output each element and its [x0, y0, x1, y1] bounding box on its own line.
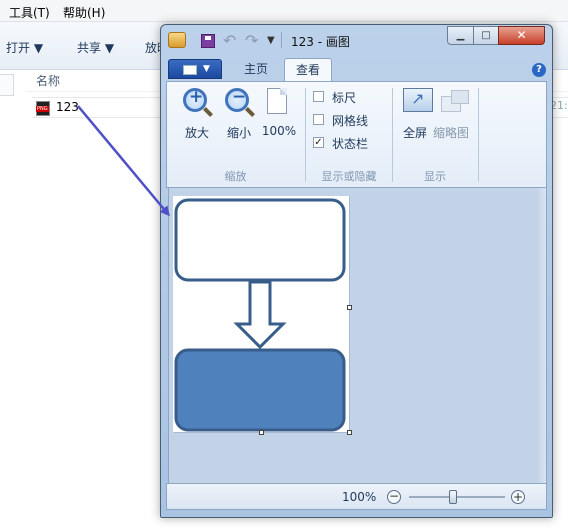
zoom-slider[interactable]: [409, 490, 505, 504]
zoom-in-button[interactable]: 放大: [177, 87, 217, 144]
chevron-down-icon: ▼: [203, 64, 210, 74]
fullscreen-icon: [403, 88, 433, 112]
paint-window: ↶ ↷ ▼ 123 - 画图 ▁ □ ✕ ▼ 主页 查看 ? 放大: [160, 24, 553, 518]
redo-icon[interactable]: ↷: [245, 31, 258, 50]
gridlines-label: 网格线: [332, 114, 369, 128]
display-group-label: 显示: [424, 170, 446, 183]
down-arrow-shape: [233, 280, 287, 350]
flowchart-drawing: [174, 198, 346, 432]
tab-view[interactable]: 查看: [284, 58, 332, 81]
group-separator: [478, 88, 479, 182]
show-hide-group-label: 显示或隐藏: [321, 170, 377, 183]
image-canvas[interactable]: [173, 196, 349, 432]
zoom-level: 100%: [342, 490, 377, 504]
resize-handle-right[interactable]: [347, 305, 352, 310]
paint-titlebar[interactable]: ↶ ↷ ▼ 123 - 画图 ▁ □ ✕: [161, 25, 552, 55]
page-icon: [267, 88, 287, 114]
window-controls: ▁ □ ✕: [447, 26, 547, 46]
zoom-minus-button[interactable]: −: [387, 490, 401, 504]
thumbnail-icon: [441, 90, 469, 112]
menu-tools[interactable]: 工具(T): [9, 4, 50, 21]
paint-app-icon[interactable]: [168, 32, 186, 48]
canvas-area[interactable]: [168, 188, 547, 483]
ribbon-tabs: ▼ 主页 查看 ?: [166, 57, 547, 81]
open-button[interactable]: 打开 ▼: [6, 39, 43, 56]
resize-handle-bottom[interactable]: [259, 430, 264, 435]
ruler-checkbox[interactable]: [313, 91, 324, 102]
paint-menu-button[interactable]: ▼: [168, 59, 222, 79]
zoom-slider-thumb[interactable]: [449, 490, 457, 504]
undo-icon[interactable]: ↶: [223, 31, 236, 50]
navigation-pane-edge: [0, 74, 14, 96]
magnifier-handle: [245, 107, 255, 117]
top-box-shape: [174, 198, 346, 282]
titlebar-separator: [281, 32, 282, 48]
quick-access-dropdown-icon[interactable]: ▼: [267, 35, 275, 46]
gridlines-checkbox[interactable]: [313, 114, 324, 125]
window-title: 123 - 画图: [291, 35, 350, 49]
ruler-label: 标尺: [332, 91, 357, 105]
resize-handle-corner[interactable]: [347, 430, 352, 435]
statusbar-checkbox-row[interactable]: ✓ 状态栏: [313, 134, 393, 152]
group-separator: [305, 88, 306, 182]
statusbar-checkbox[interactable]: ✓: [313, 137, 324, 148]
display-group: 全屏 缩略图 显示: [393, 82, 477, 187]
magnifier-handle: [203, 107, 213, 117]
actual-size-button[interactable]: 100%: [259, 88, 299, 144]
zoom-group-label: 缩放: [224, 170, 247, 183]
help-icon[interactable]: ?: [532, 63, 546, 77]
ribbon-panel: 放大 缩小 100% 缩放 标尺 网格线: [166, 81, 547, 188]
thumbnail-button: 缩略图: [431, 88, 471, 144]
png-file-icon: [36, 101, 50, 116]
status-bar: 100% − +: [166, 483, 547, 510]
file-name: 123: [56, 100, 79, 114]
zoom-group: 放大 缩小 100% 缩放: [167, 82, 304, 187]
tab-home[interactable]: 主页: [230, 60, 282, 80]
actual-size-label: 100%: [261, 124, 297, 138]
statusbar-label: 状态栏: [332, 137, 369, 151]
gridlines-checkbox-row[interactable]: 网格线: [313, 111, 393, 129]
bottom-box-shape: [174, 348, 346, 432]
column-header-label: 名称: [36, 74, 61, 88]
zoom-plus-button[interactable]: +: [511, 490, 525, 504]
explorer-menubar: 工具(T) 帮助(H): [0, 0, 568, 22]
close-button[interactable]: ✕: [498, 26, 545, 45]
save-icon[interactable]: [201, 34, 215, 48]
minimize-button[interactable]: ▁: [447, 26, 474, 45]
ruler-checkbox-row[interactable]: 标尺: [313, 88, 393, 106]
maximize-button[interactable]: □: [473, 26, 499, 45]
share-button[interactable]: 共享 ▼: [77, 39, 114, 56]
show-hide-group: 标尺 网格线 ✓ 状态栏 显示或隐藏: [307, 82, 391, 187]
menu-help[interactable]: 帮助(H): [63, 4, 105, 21]
thumbnail-label: 缩略图: [432, 126, 469, 140]
paint-menu-icon: [183, 65, 197, 75]
